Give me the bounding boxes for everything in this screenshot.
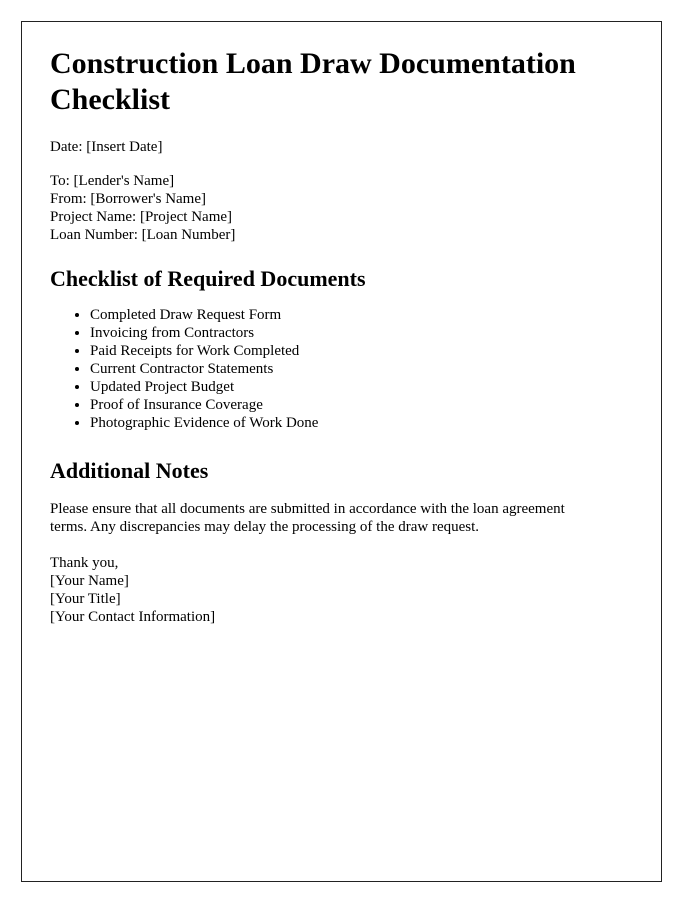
recipient-meta-block: To: [Lender's Name] From: [Borrower's Na… [50,172,602,244]
closing-your-name: [Your Name] [50,573,129,589]
meta-line-from: From: [Borrower's Name] [50,191,206,207]
page-title: Construction Loan Draw Documentation Che… [50,47,576,116]
list-item: Paid Receipts for Work Completed [90,342,602,360]
additional-notes-paragraph: Please ensure that all documents are sub… [50,501,565,535]
closing-your-title: [Your Title] [50,591,121,607]
list-item: Current Contractor Statements [90,360,602,378]
required-documents-list: Completed Draw Request Form Invoicing fr… [50,306,602,432]
list-item: Completed Draw Request Form [90,306,602,324]
closing-signature-block: Thank you, [Your Name] [Your Title] [You… [50,554,602,626]
list-item: Proof of Insurance Coverage [90,396,602,414]
meta-line-to: To: [Lender's Name] [50,173,175,189]
meta-line-loan-number: Loan Number: [Loan Number] [50,227,236,243]
list-item: Updated Project Budget [90,378,602,396]
meta-line-project-name: Project Name: [Project Name] [50,209,233,225]
additional-notes-heading: Additional Notes [50,458,209,483]
closing-thanks: Thank you, [50,555,119,571]
checklist-section-heading: Checklist of Required Documents [50,266,366,291]
date-line: Date: [Insert Date] [50,139,163,155]
list-item: Photographic Evidence of Work Done [90,414,602,432]
closing-contact-information: [Your Contact Information] [50,609,216,625]
date-line-block: Date: [Insert Date] [50,138,602,156]
document-body: Construction Loan Draw Documentation Che… [50,46,602,626]
document-page-frame: Construction Loan Draw Documentation Che… [21,21,662,882]
list-item: Invoicing from Contractors [90,324,602,342]
